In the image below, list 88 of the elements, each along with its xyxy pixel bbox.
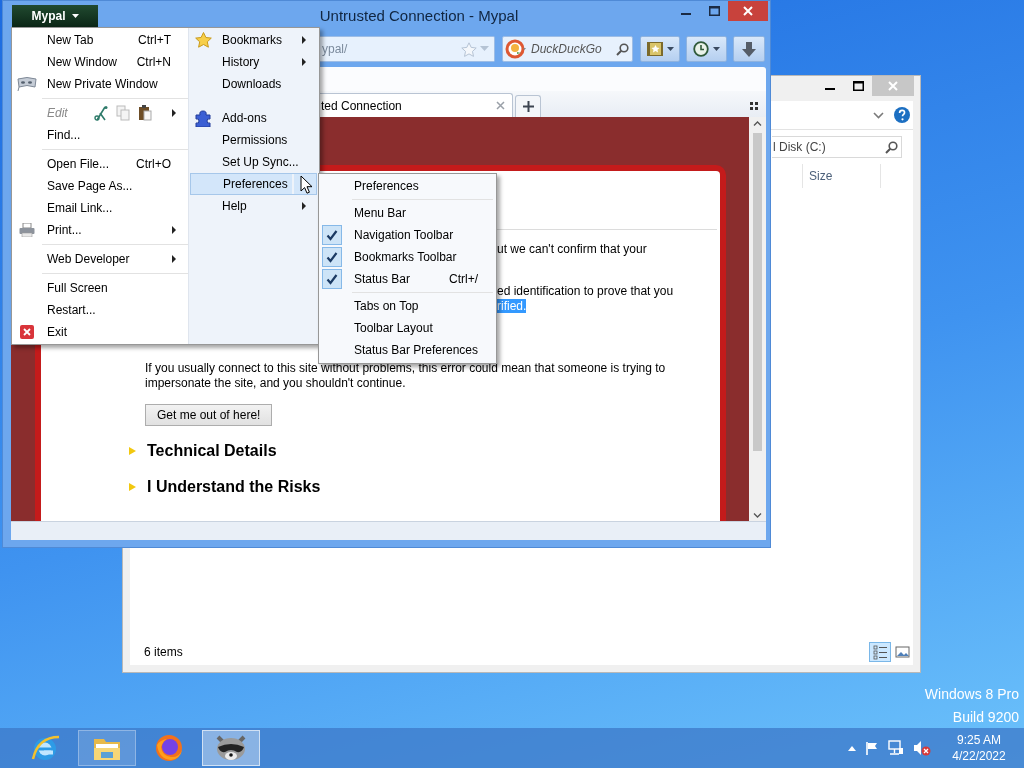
menu-item[interactable]: Find... xyxy=(12,124,188,146)
get-me-out-button[interactable]: Get me out of here! xyxy=(145,404,273,426)
menu-item[interactable]: New Window Ctrl+N xyxy=(12,51,188,73)
dropdown-icon xyxy=(713,47,720,51)
close-tab-icon[interactable] xyxy=(496,101,505,110)
checkmark-icon xyxy=(326,251,338,263)
star-icon xyxy=(194,32,212,48)
view-button[interactable] xyxy=(869,642,891,662)
raccoon-icon[interactable] xyxy=(214,734,248,762)
menu-item[interactable]: Status Bar Preferences xyxy=(319,339,496,361)
mouse-cursor-icon xyxy=(300,175,313,195)
checkmark-icon xyxy=(326,229,338,241)
menu-item[interactable]: Web Developer xyxy=(12,248,188,270)
downloads-button[interactable] xyxy=(733,36,765,62)
help-icon[interactable] xyxy=(894,107,910,123)
maximize-icon[interactable] xyxy=(708,6,720,16)
body-text: ed identification to prove that you xyxy=(497,284,674,298)
bookmark-star-icon xyxy=(646,42,663,56)
menu-item[interactable]: Full Screen xyxy=(12,277,188,299)
exit-icon xyxy=(19,325,34,339)
caret-up-icon[interactable] xyxy=(848,745,856,751)
menu-item[interactable]: New Private Window xyxy=(12,73,188,95)
menu-item[interactable]: Bookmarks Toolbar xyxy=(319,246,496,268)
grid-icon[interactable] xyxy=(750,102,758,110)
fox-globe-icon[interactable] xyxy=(154,733,184,763)
menu-item[interactable]: Menu Bar xyxy=(319,202,496,224)
selected-text: rified. xyxy=(497,299,527,313)
plus-icon xyxy=(522,101,534,112)
menu-item[interactable]: Set Up Sync... xyxy=(190,151,317,173)
download-arrow-icon xyxy=(742,41,756,57)
new-tab-button[interactable] xyxy=(515,95,541,117)
menu-item[interactable]: Preferences xyxy=(319,175,496,197)
app-menu-button[interactable]: Mypal xyxy=(12,5,98,27)
status-text: 6 items xyxy=(144,645,184,659)
menu-item[interactable]: Preferences xyxy=(190,173,317,195)
dropdown-icon xyxy=(666,47,674,51)
menu-item[interactable]: Help xyxy=(190,195,317,217)
checkmark-icon xyxy=(326,273,338,285)
puzzle-icon xyxy=(195,109,211,127)
scroll-down-icon xyxy=(753,513,762,518)
caret-icon xyxy=(71,14,79,18)
edition-text: Windows 8 Pro xyxy=(924,685,1019,704)
menu-item[interactable]: Downloads xyxy=(190,73,317,95)
scroll-up-icon xyxy=(753,121,762,126)
menu-item[interactable]: Restart... xyxy=(12,299,188,321)
maximize-icon[interactable] xyxy=(852,81,864,91)
search-icon[interactable] xyxy=(616,42,629,56)
close-icon[interactable] xyxy=(743,6,753,16)
checkbox[interactable] xyxy=(322,247,342,267)
search-field[interactable]: DuckDuckGo xyxy=(502,36,633,62)
printer-icon xyxy=(18,223,35,237)
checkbox[interactable] xyxy=(322,269,342,289)
section-heading[interactable]: Technical Details xyxy=(147,442,277,460)
mask-icon xyxy=(16,77,37,91)
menu-item[interactable]: Permissions xyxy=(190,129,317,151)
build-text: Build 9200 xyxy=(951,708,1019,727)
e-globe-icon[interactable] xyxy=(30,733,60,763)
duck-logo-icon[interactable] xyxy=(505,39,527,59)
history-button[interactable] xyxy=(686,36,727,62)
scrollbar[interactable] xyxy=(749,117,766,521)
star-icon[interactable] xyxy=(461,41,477,57)
checkbox[interactable] xyxy=(322,225,342,245)
menu-item[interactable]: Print... xyxy=(12,219,188,241)
menu-item[interactable]: Open File... Ctrl+O xyxy=(12,153,188,175)
menu-item[interactable]: Exit xyxy=(12,321,188,343)
picture-view-icon xyxy=(894,644,910,660)
chevron-down-icon[interactable] xyxy=(873,111,884,119)
section-heading[interactable]: I Understand the Risks xyxy=(147,478,321,496)
network-icon[interactable] xyxy=(888,740,904,756)
flag-icon[interactable] xyxy=(865,741,879,755)
clock-icon xyxy=(693,41,709,57)
search-icon[interactable] xyxy=(885,140,898,154)
menu-item[interactable]: Save Page As... xyxy=(12,175,188,197)
menu-item[interactable]: Status Bar Ctrl+/ xyxy=(319,268,496,290)
menu-item[interactable]: Navigation Toolbar xyxy=(319,224,496,246)
search-field[interactable]: l Disk (C:) xyxy=(772,136,902,158)
details-view-icon xyxy=(872,644,888,660)
taskbar-button[interactable] xyxy=(202,730,260,766)
body-text: ut we can't confirm that your xyxy=(497,242,647,256)
bookmarks-button[interactable] xyxy=(640,36,680,62)
menu-item[interactable]: New Tab Ctrl+T xyxy=(12,29,188,51)
window-title: Untrusted Connection - Mypal xyxy=(319,6,519,26)
speaker-muted-icon[interactable] xyxy=(913,740,931,756)
menu-item[interactable]: Toolbar Layout xyxy=(319,317,496,339)
clock[interactable]: 9:25 AM 4/22/2022 xyxy=(948,732,1010,764)
menu-item[interactable]: Email Link... xyxy=(12,197,188,219)
paragraph: If you usually connect to this site without problems, this error could mean that someone is trying to impersonate the site, and you shouldn't continue. xyxy=(145,361,667,391)
menu-item[interactable]: Tabs on Top xyxy=(319,295,496,317)
